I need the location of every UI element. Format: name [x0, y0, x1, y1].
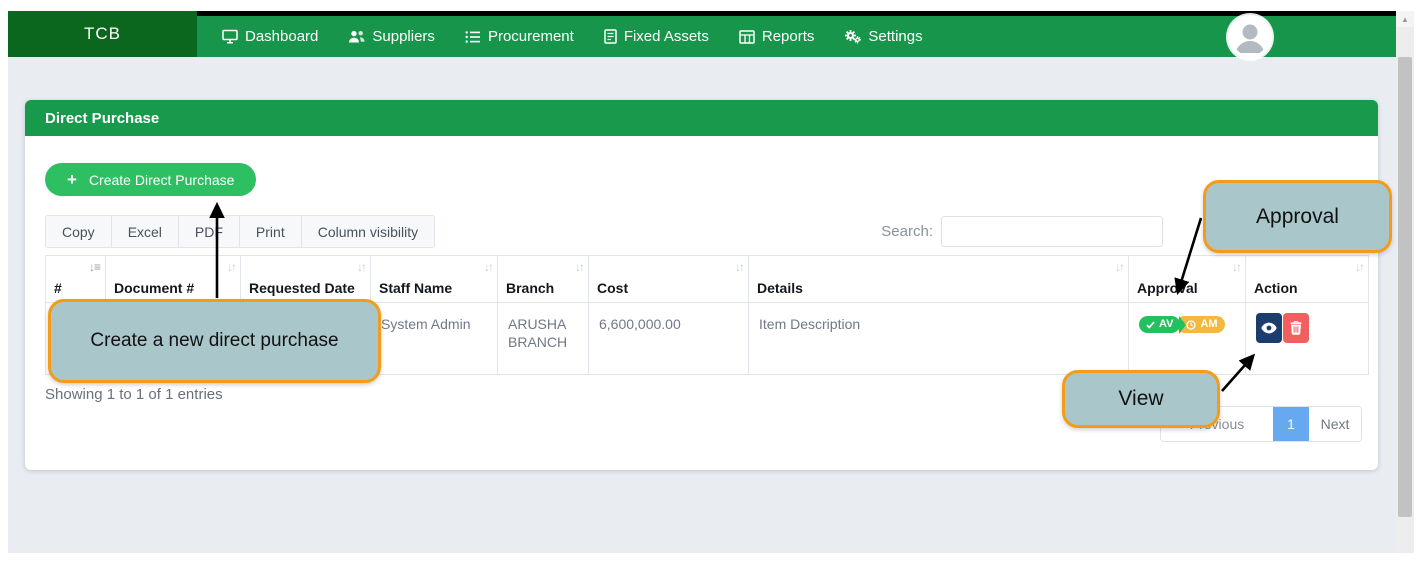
vertical-scrollbar[interactable]: ▲: [1396, 11, 1414, 553]
sort-amount-icon[interactable]: ↓≡: [89, 260, 101, 275]
eye-icon: [1261, 322, 1277, 334]
brand-logo[interactable]: TCB: [8, 11, 197, 57]
nav-item-settings[interactable]: Settings: [844, 28, 923, 45]
cell-cost: 6,600,000.00: [588, 302, 749, 375]
panel-title: Direct Purchase: [25, 100, 1378, 136]
column-header-action[interactable]: ↓↑ Action: [1245, 255, 1369, 303]
column-header-requested-date[interactable]: ↓↑ Requested Date: [240, 255, 371, 303]
sort-icon[interactable]: ↓↑: [575, 260, 585, 275]
column-header-document[interactable]: ↓↑ Document #: [105, 255, 241, 303]
scrollbar-thumb[interactable]: [1398, 57, 1412, 517]
list-icon: [465, 30, 481, 44]
column-header-number[interactable]: ↓≡ #: [45, 255, 106, 303]
sort-icon[interactable]: ↓↑: [1115, 260, 1125, 275]
nav-item-reports[interactable]: Reports: [739, 28, 814, 45]
users-icon: [348, 29, 365, 44]
app-window: TCB Dashboard Suppliers Procurement Fixe…: [0, 0, 1418, 563]
delete-button[interactable]: [1283, 313, 1309, 343]
cell-staff-name: System Admin: [370, 302, 498, 375]
page-1-button[interactable]: 1: [1273, 407, 1309, 441]
table-info: Showing 1 to 1 of 1 entries: [45, 386, 223, 403]
column-header-details[interactable]: ↓↑ Details: [748, 255, 1129, 303]
sort-icon[interactable]: ↓↑: [227, 260, 237, 275]
nav-item-suppliers[interactable]: Suppliers: [348, 28, 435, 45]
nav-item-procurement[interactable]: Procurement: [465, 28, 574, 45]
scroll-up-button[interactable]: ▲: [1396, 11, 1414, 27]
table-icon: [739, 29, 755, 44]
cell-action: [1245, 302, 1369, 375]
check-icon: [1146, 320, 1155, 329]
nav-menu: Dashboard Suppliers Procurement Fixed As…: [197, 11, 1396, 59]
search-control: Search:: [881, 216, 1163, 247]
column-visibility-button[interactable]: Column visibility: [300, 215, 436, 248]
approval-badges: AV AM: [1139, 316, 1235, 333]
trash-icon: [1290, 321, 1302, 335]
sort-icon[interactable]: ↓↑: [1355, 260, 1365, 275]
sort-icon[interactable]: ↓↑: [735, 260, 745, 275]
table-header-row: ↓≡ # ↓↑ Document # ↓↑ Requested Date ↓↑ Staf…: [45, 255, 1369, 303]
sort-icon[interactable]: ↓↑: [1232, 260, 1242, 275]
approval-annotation-callout: Approval: [1203, 180, 1392, 253]
create-direct-purchase-button[interactable]: + Create Direct Purchase: [45, 163, 257, 196]
ledger-icon: [604, 29, 617, 44]
cogs-icon: [844, 29, 862, 44]
export-button-group: Copy Excel PDF Print Column visibility: [45, 215, 436, 248]
sort-icon[interactable]: ↓↑: [357, 260, 367, 275]
user-avatar[interactable]: [1228, 15, 1272, 59]
nav-item-dashboard[interactable]: Dashboard: [222, 28, 318, 45]
excel-button[interactable]: Excel: [110, 215, 179, 248]
cell-branch: ARUSHA BRANCH: [497, 302, 589, 375]
cell-details: Item Description: [748, 302, 1129, 375]
nav-item-fixed-assets[interactable]: Fixed Assets: [604, 28, 709, 45]
view-button[interactable]: [1256, 313, 1282, 343]
top-navbar: TCB Dashboard Suppliers Procurement Fixe…: [8, 11, 1396, 59]
plus-icon: +: [67, 170, 77, 189]
column-header-staff-name[interactable]: ↓↑ Staff Name: [370, 255, 498, 303]
monitor-icon: [222, 29, 238, 44]
search-input[interactable]: [941, 216, 1163, 247]
column-header-approval[interactable]: ↓↑ Approval: [1128, 255, 1246, 303]
column-header-branch[interactable]: ↓↑ Branch: [497, 255, 589, 303]
search-label: Search:: [881, 223, 933, 240]
sort-icon[interactable]: ↓↑: [484, 260, 494, 275]
clock-icon: [1186, 319, 1197, 330]
print-button[interactable]: Print: [238, 215, 302, 248]
pdf-button[interactable]: PDF: [177, 215, 240, 248]
create-annotation-callout: Create a new direct purchase: [48, 299, 381, 383]
approval-badge-av: AV: [1139, 316, 1181, 333]
cell-approval: AV AM: [1128, 302, 1246, 375]
column-header-cost[interactable]: ↓↑ Cost: [588, 255, 749, 303]
copy-button[interactable]: Copy: [45, 215, 112, 248]
next-page-button[interactable]: Next: [1309, 407, 1361, 441]
view-annotation-callout: View: [1062, 370, 1220, 428]
action-buttons: [1256, 313, 1358, 343]
